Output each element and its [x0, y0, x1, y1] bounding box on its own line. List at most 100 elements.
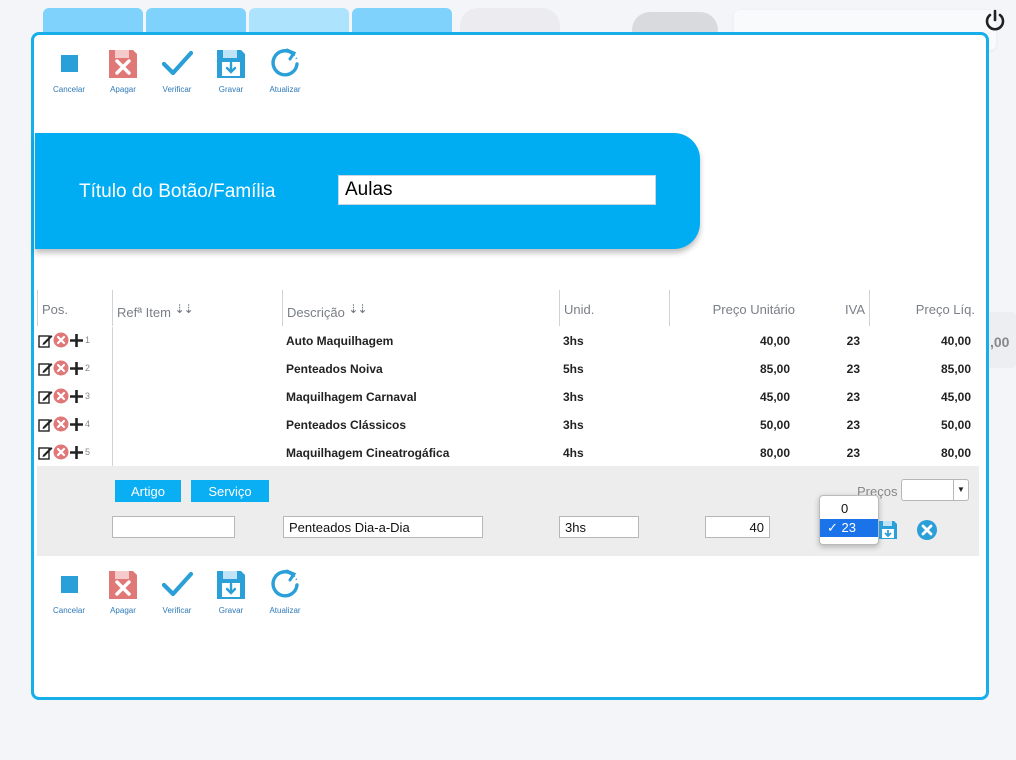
delete-row-icon[interactable]	[53, 388, 69, 404]
refresh-icon	[271, 48, 299, 77]
sort-icon[interactable]: ⇣⇣	[348, 302, 367, 316]
add-row-icon[interactable]	[69, 389, 84, 404]
edit-icon[interactable]	[38, 417, 53, 432]
power-icon[interactable]	[982, 8, 1008, 34]
save-button[interactable]: Gravar	[204, 47, 258, 94]
edit-icon[interactable]	[38, 361, 53, 376]
row-actions: 1	[38, 332, 90, 348]
delete-row-icon[interactable]	[53, 360, 69, 376]
verify-label: Verificar	[162, 606, 192, 615]
add-row-icon[interactable]	[69, 333, 84, 348]
row-iva: 23	[846, 418, 860, 432]
unit-input[interactable]	[559, 516, 639, 538]
table-row[interactable]: 4 Penteados Clássicos 3hs 50,00 23 50,00	[36, 411, 984, 439]
title-input[interactable]	[338, 175, 656, 205]
row-iva: 23	[846, 446, 860, 460]
row-iva: 23	[846, 390, 860, 404]
refresh-button[interactable]: Atualizar	[258, 47, 312, 94]
header-pos[interactable]: Pos.	[37, 290, 112, 326]
row-iva: 23	[846, 334, 860, 348]
cancel-label: Cancelar	[52, 606, 85, 615]
row-position: 5	[85, 447, 91, 457]
stop-icon	[61, 55, 78, 72]
edit-icon[interactable]	[38, 333, 53, 348]
artigo-button[interactable]: Artigo	[115, 480, 181, 502]
row-position: 2	[85, 363, 91, 373]
select-arrow-icon: ▼	[953, 480, 968, 500]
title-label: Título do Botão/Família	[79, 181, 276, 202]
cancel-line-icon[interactable]	[916, 519, 938, 541]
row-unit: 3hs	[563, 418, 584, 432]
description-input[interactable]	[283, 516, 483, 538]
iva-option[interactable]: 0	[820, 500, 878, 518]
delete-label: Apagar	[110, 85, 136, 94]
row-description: Penteados Noiva	[286, 362, 383, 376]
iva-dropdown[interactable]: 0 ✓ 23	[819, 495, 879, 545]
save-line-icon[interactable]	[877, 519, 899, 541]
header-ref[interactable]: Refª Item ⇣⇣	[112, 290, 282, 326]
save-label: Gravar	[218, 606, 244, 615]
row-price: 40,00	[759, 334, 790, 348]
header-net[interactable]: Preço Líq.	[869, 290, 979, 326]
delete-label: Apagar	[110, 606, 136, 615]
header-desc[interactable]: Descrição ⇣⇣	[282, 290, 559, 326]
add-row-icon[interactable]	[69, 361, 84, 376]
add-row-icon[interactable]	[69, 445, 84, 460]
table-row[interactable]: 5 Maquilhagem Cineatrogáfica 4hs 80,00 23 80,…	[36, 439, 984, 467]
precos-select[interactable]: ▼	[901, 479, 969, 501]
table-row[interactable]: 1 Auto Maquilhagem 3hs 40,00 23 40,00	[36, 327, 984, 355]
header-unid-label: Unid.	[564, 302, 595, 317]
row-net-price: 45,00	[940, 390, 971, 404]
table-body: 1 Auto Maquilhagem 3hs 40,00 23 40,00 2 Pentead…	[36, 327, 984, 467]
row-position: 1	[85, 335, 91, 345]
sort-icon[interactable]: ⇣⇣	[175, 302, 194, 316]
edit-line-area: Artigo Serviço Preços ▼ 0 ✓ 23	[37, 466, 979, 556]
row-price: 50,00	[759, 418, 790, 432]
row-net-price: 50,00	[940, 418, 971, 432]
table-row[interactable]: 3 Maquilhagem Carnaval 3hs 45,00 23 45,00	[36, 383, 984, 411]
background-side-value: ,00	[990, 334, 1010, 350]
row-description: Penteados Clássicos	[286, 418, 407, 432]
servico-button[interactable]: Serviço	[191, 480, 269, 502]
header-unid[interactable]: Unid.	[559, 290, 669, 326]
delete-button[interactable]: Apagar	[96, 47, 150, 94]
row-description: Maquilhagem Cineatrogáfica	[286, 446, 450, 460]
iva-option-selected[interactable]: ✓ 23	[820, 519, 878, 537]
price-input[interactable]	[705, 516, 770, 538]
row-unit: 3hs	[563, 390, 584, 404]
checkmark-icon	[161, 50, 194, 76]
header-iva[interactable]: IVA	[799, 290, 869, 326]
header-net-label: Preço Líq.	[915, 302, 975, 317]
header-pos-label: Pos.	[42, 302, 69, 317]
row-unit: 4hs	[563, 446, 584, 460]
cancel-label: Cancelar	[52, 85, 85, 94]
delete-row-icon[interactable]	[53, 332, 69, 348]
delete-button[interactable]: Apagar	[96, 568, 150, 615]
header-price[interactable]: Preço Unitário	[669, 290, 799, 326]
delete-floppy-icon	[109, 50, 137, 78]
ref-input[interactable]	[112, 516, 235, 538]
edit-icon[interactable]	[38, 445, 53, 460]
row-price: 80,00	[759, 446, 790, 460]
row-actions: 3	[38, 388, 90, 404]
edit-window: Cancelar Apagar Verificar Gravar Atualiz…	[31, 32, 989, 700]
table-row[interactable]: 2 Penteados Noiva 5hs 85,00 23 85,00	[36, 355, 984, 383]
row-unit: 3hs	[563, 334, 584, 348]
delete-row-icon[interactable]	[53, 416, 69, 432]
row-unit: 5hs	[563, 362, 584, 376]
save-button[interactable]: Gravar	[204, 568, 258, 615]
stop-icon	[61, 576, 78, 593]
verify-button[interactable]: Verificar	[150, 568, 204, 615]
delete-floppy-icon	[109, 571, 137, 599]
header-desc-label: Descrição	[287, 305, 345, 320]
verify-button[interactable]: Verificar	[150, 47, 204, 94]
add-row-icon[interactable]	[69, 417, 84, 432]
cancel-button[interactable]: Cancelar	[42, 568, 96, 615]
delete-row-icon[interactable]	[53, 444, 69, 460]
cancel-button[interactable]: Cancelar	[42, 47, 96, 94]
refresh-button[interactable]: Atualizar	[258, 568, 312, 615]
row-price: 85,00	[759, 362, 790, 376]
edit-icon[interactable]	[38, 389, 53, 404]
row-net-price: 40,00	[940, 334, 971, 348]
row-net-price: 80,00	[940, 446, 971, 460]
